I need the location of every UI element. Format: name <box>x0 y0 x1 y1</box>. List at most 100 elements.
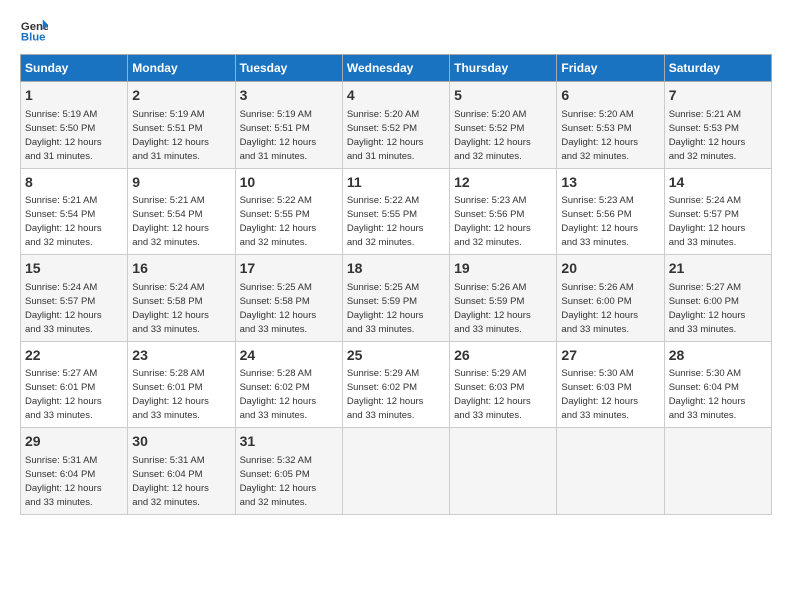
calendar-cell: 15 Sunrise: 5:24 AM Sunset: 5:57 PM Dayli… <box>21 255 128 342</box>
day-number: 8 <box>25 173 123 193</box>
day-number: 22 <box>25 346 123 366</box>
calendar-cell: 10Sunrise: 5:22 AM Sunset: 5:55 PM Dayli… <box>235 168 342 255</box>
day-info: Sunrise: 5:23 AM Sunset: 5:56 PM Dayligh… <box>454 195 531 248</box>
day-number: 5 <box>454 86 552 106</box>
calendar-cell: 21Sunrise: 5:27 AM Sunset: 6:00 PM Dayli… <box>664 255 771 342</box>
calendar-cell: 1 Sunrise: 5:19 AM Sunset: 5:50 PM Daylig… <box>21 82 128 169</box>
calendar-cell: 9Sunrise: 5:21 AM Sunset: 5:54 PM Daylig… <box>128 168 235 255</box>
calendar-week-1: 1 Sunrise: 5:19 AM Sunset: 5:50 PM Daylig… <box>21 82 772 169</box>
day-number: 28 <box>669 346 767 366</box>
day-info: Sunrise: 5:22 AM Sunset: 5:55 PM Dayligh… <box>240 195 317 248</box>
day-number: 1 <box>25 86 123 106</box>
day-number: 21 <box>669 259 767 279</box>
day-info: Sunrise: 5:30 AM Sunset: 6:03 PM Dayligh… <box>561 368 638 421</box>
day-number: 6 <box>561 86 659 106</box>
day-number: 30 <box>132 432 230 452</box>
day-info: Sunrise: 5:31 AM Sunset: 6:04 PM Dayligh… <box>25 455 102 508</box>
calendar-table: SundayMondayTuesdayWednesdayThursdayFrid… <box>20 54 772 515</box>
calendar-cell: 31 Sunrise: 5:32 AM Sunset: 6:05 PM Dayli… <box>235 428 342 515</box>
calendar-cell: 11Sunrise: 5:22 AM Sunset: 5:55 PM Dayli… <box>342 168 449 255</box>
calendar-cell: 12Sunrise: 5:23 AM Sunset: 5:56 PM Dayli… <box>450 168 557 255</box>
day-info: Sunrise: 5:30 AM Sunset: 6:04 PM Dayligh… <box>669 368 746 421</box>
day-info: Sunrise: 5:26 AM Sunset: 5:59 PM Dayligh… <box>454 282 531 335</box>
day-number: 16 <box>132 259 230 279</box>
day-info: Sunrise: 5:20 AM Sunset: 5:53 PM Dayligh… <box>561 109 638 162</box>
day-number: 12 <box>454 173 552 193</box>
calendar-cell: 6 Sunrise: 5:20 AM Sunset: 5:53 PM Daylig… <box>557 82 664 169</box>
header-row: General Blue <box>20 16 772 44</box>
calendar-cell: 8Sunrise: 5:21 AM Sunset: 5:54 PM Daylig… <box>21 168 128 255</box>
calendar-cell: 16 Sunrise: 5:24 AM Sunset: 5:58 PM Dayli… <box>128 255 235 342</box>
calendar-week-2: 8Sunrise: 5:21 AM Sunset: 5:54 PM Daylig… <box>21 168 772 255</box>
day-info: Sunrise: 5:25 AM Sunset: 5:58 PM Dayligh… <box>240 282 317 335</box>
calendar-cell: 27Sunrise: 5:30 AM Sunset: 6:03 PM Dayli… <box>557 341 664 428</box>
calendar-cell: 25Sunrise: 5:29 AM Sunset: 6:02 PM Dayli… <box>342 341 449 428</box>
dow-header-tuesday: Tuesday <box>235 55 342 82</box>
dow-header-monday: Monday <box>128 55 235 82</box>
svg-text:Blue: Blue <box>21 32 46 44</box>
calendar-cell: 17 Sunrise: 5:25 AM Sunset: 5:58 PM Dayli… <box>235 255 342 342</box>
day-info: Sunrise: 5:31 AM Sunset: 6:04 PM Dayligh… <box>132 455 209 508</box>
day-number: 19 <box>454 259 552 279</box>
calendar-cell: 23Sunrise: 5:28 AM Sunset: 6:01 PM Dayli… <box>128 341 235 428</box>
calendar-week-4: 22Sunrise: 5:27 AM Sunset: 6:01 PM Dayli… <box>21 341 772 428</box>
day-number: 17 <box>240 259 338 279</box>
day-info: Sunrise: 5:26 AM Sunset: 6:00 PM Dayligh… <box>561 282 638 335</box>
dow-header-thursday: Thursday <box>450 55 557 82</box>
calendar-cell: 26Sunrise: 5:29 AM Sunset: 6:03 PM Dayli… <box>450 341 557 428</box>
day-info: Sunrise: 5:24 AM Sunset: 5:57 PM Dayligh… <box>25 282 102 335</box>
calendar-cell: 4Sunrise: 5:20 AM Sunset: 5:52 PM Daylig… <box>342 82 449 169</box>
calendar-cell <box>557 428 664 515</box>
day-number: 3 <box>240 86 338 106</box>
calendar-cell: 7 Sunrise: 5:21 AM Sunset: 5:53 PM Daylig… <box>664 82 771 169</box>
calendar-cell: 29 Sunrise: 5:31 AM Sunset: 6:04 PM Dayli… <box>21 428 128 515</box>
calendar-cell: 3 Sunrise: 5:19 AM Sunset: 5:51 PM Daylig… <box>235 82 342 169</box>
day-info: Sunrise: 5:24 AM Sunset: 5:57 PM Dayligh… <box>669 195 746 248</box>
day-number: 9 <box>132 173 230 193</box>
dow-header-wednesday: Wednesday <box>342 55 449 82</box>
logo-icon: General Blue <box>20 16 48 44</box>
calendar-cell: 24Sunrise: 5:28 AM Sunset: 6:02 PM Dayli… <box>235 341 342 428</box>
day-number: 14 <box>669 173 767 193</box>
calendar-cell: 28Sunrise: 5:30 AM Sunset: 6:04 PM Dayli… <box>664 341 771 428</box>
day-number: 31 <box>240 432 338 452</box>
day-number: 23 <box>132 346 230 366</box>
day-info: Sunrise: 5:28 AM Sunset: 6:01 PM Dayligh… <box>132 368 209 421</box>
day-info: Sunrise: 5:19 AM Sunset: 5:51 PM Dayligh… <box>240 109 317 162</box>
day-info: Sunrise: 5:24 AM Sunset: 5:58 PM Dayligh… <box>132 282 209 335</box>
day-number: 7 <box>669 86 767 106</box>
day-info: Sunrise: 5:28 AM Sunset: 6:02 PM Dayligh… <box>240 368 317 421</box>
day-number: 26 <box>454 346 552 366</box>
day-info: Sunrise: 5:21 AM Sunset: 5:53 PM Dayligh… <box>669 109 746 162</box>
day-number: 2 <box>132 86 230 106</box>
calendar-cell: 13Sunrise: 5:23 AM Sunset: 5:56 PM Dayli… <box>557 168 664 255</box>
dow-header-sunday: Sunday <box>21 55 128 82</box>
day-info: Sunrise: 5:27 AM Sunset: 6:01 PM Dayligh… <box>25 368 102 421</box>
day-number: 29 <box>25 432 123 452</box>
calendar-cell: 19 Sunrise: 5:26 AM Sunset: 5:59 PM Dayli… <box>450 255 557 342</box>
day-info: Sunrise: 5:32 AM Sunset: 6:05 PM Dayligh… <box>240 455 317 508</box>
calendar-cell: 5Sunrise: 5:20 AM Sunset: 5:52 PM Daylig… <box>450 82 557 169</box>
calendar-week-3: 15 Sunrise: 5:24 AM Sunset: 5:57 PM Dayli… <box>21 255 772 342</box>
day-number: 15 <box>25 259 123 279</box>
dow-header-friday: Friday <box>557 55 664 82</box>
day-info: Sunrise: 5:29 AM Sunset: 6:02 PM Dayligh… <box>347 368 424 421</box>
calendar-cell: 22Sunrise: 5:27 AM Sunset: 6:01 PM Dayli… <box>21 341 128 428</box>
day-info: Sunrise: 5:29 AM Sunset: 6:03 PM Dayligh… <box>454 368 531 421</box>
day-number: 13 <box>561 173 659 193</box>
day-info: Sunrise: 5:23 AM Sunset: 5:56 PM Dayligh… <box>561 195 638 248</box>
day-info: Sunrise: 5:25 AM Sunset: 5:59 PM Dayligh… <box>347 282 424 335</box>
day-number: 4 <box>347 86 445 106</box>
dow-header-saturday: Saturday <box>664 55 771 82</box>
calendar-cell <box>450 428 557 515</box>
day-info: Sunrise: 5:19 AM Sunset: 5:50 PM Dayligh… <box>25 109 102 162</box>
day-info: Sunrise: 5:19 AM Sunset: 5:51 PM Dayligh… <box>132 109 209 162</box>
calendar-week-5: 29 Sunrise: 5:31 AM Sunset: 6:04 PM Dayli… <box>21 428 772 515</box>
calendar-cell <box>342 428 449 515</box>
day-number: 10 <box>240 173 338 193</box>
day-header-row: SundayMondayTuesdayWednesdayThursdayFrid… <box>21 55 772 82</box>
day-number: 18 <box>347 259 445 279</box>
day-number: 27 <box>561 346 659 366</box>
calendar-cell: 20Sunrise: 5:26 AM Sunset: 6:00 PM Dayli… <box>557 255 664 342</box>
main-container: General Blue SundayMondayTuesdayWednesda… <box>0 0 792 525</box>
